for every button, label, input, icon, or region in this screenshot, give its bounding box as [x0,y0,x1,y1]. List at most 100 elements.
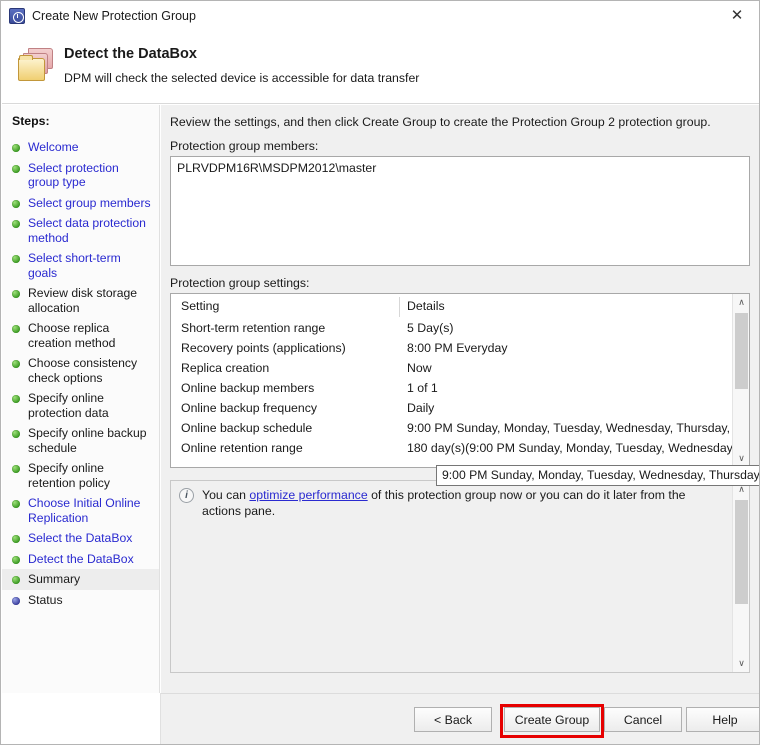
cell-setting: Short-term retention range [181,321,326,335]
sidebar-item-review-disk-storage-allocation: Review disk storage allocation [2,283,159,318]
table-row[interactable]: Online backup schedule 9:00 PM Sunday, Mo… [171,420,733,440]
sidebar-item-choose-consistency-check-options: Choose consistency check options [2,353,159,388]
sidebar-item-select-protection-group-type[interactable]: Select protection group type [2,158,159,193]
table-row[interactable]: Online backup members 1 of 1 [171,380,733,400]
main-pane: Review the settings, and then click Crea… [161,105,759,693]
dpm-clock-icon [9,7,25,24]
cell-setting: Online backup members [181,381,315,395]
scrollbar-thumb[interactable] [735,500,748,604]
sidebar-item-select-data-protection-method[interactable]: Select data protection method [2,213,159,248]
table-row[interactable]: Short-term retention range 5 Day(s) [171,320,733,340]
step-bullet-icon [12,199,20,208]
column-divider [399,297,400,317]
folder-stack-icon [16,46,58,86]
step-bullet-icon [12,360,20,368]
sidebar-item-select-group-members[interactable]: Select group members [2,193,159,214]
sidebar-item-label: Select data protection method [28,216,146,245]
step-bullet-icon [12,535,20,543]
sidebar-item-specify-online-retention-policy: Specify online retention policy [2,458,159,493]
sidebar-item-specify-online-protection-data: Specify online protection data [2,388,159,423]
cancel-button[interactable]: Cancel [604,707,682,732]
cell-setting: Online retention range [181,441,303,455]
sidebar-item-welcome[interactable]: Welcome [2,137,159,158]
cell-details: 5 Day(s) [407,321,454,335]
sidebar-item-label: Select protection group type [28,160,119,190]
column-header-details: Details [407,299,445,313]
sidebar-item-choose-initial-online-replication[interactable]: Choose Initial Online Replication [2,493,159,528]
table-row[interactable]: Online retention range 180 day(s)(9:00 PM… [171,440,733,460]
header-title: Detect the DataBox [64,46,197,62]
protection-group-settings-table[interactable]: Setting Details Short-term retention ran… [170,293,750,468]
back-button[interactable]: < Back [414,707,492,732]
close-icon[interactable]: ✕ [715,1,759,29]
sidebar-item-choose-replica-creation-method: Choose replica creation method [2,318,159,353]
step-bullet-icon [12,290,20,298]
sidebar-item-label: Specify online backup schedule [28,426,147,455]
info-text: You can optimize performance of this pro… [202,487,725,519]
step-bullet-icon [12,596,20,605]
info-icon: i [179,488,194,503]
step-bullet-icon [12,255,20,263]
scrollbar-thumb[interactable] [735,313,748,389]
column-header-setting: Setting [181,299,220,313]
sidebar-item-select-short-term-goals[interactable]: Select short-term goals [2,248,159,283]
cell-setting: Online backup schedule [181,421,313,435]
step-bullet-icon [12,500,20,508]
step-bullet-icon [12,465,20,473]
cell-details: 180 day(s)(9:00 PM Sunday, Monday, Tuesd… [407,441,733,455]
steps-sidebar: Steps: Welcome Select protection group ty… [2,105,160,693]
sidebar-item-status: Status [2,590,159,611]
settings-scrollbar[interactable]: ∧ ∨ [732,294,749,467]
table-row[interactable]: Online backup frequency Daily [171,400,733,420]
sidebar-item-summary: Summary [2,569,159,590]
sidebar-item-label: Choose consistency check options [28,356,138,385]
sidebar-item-label: Choose Initial Online Replication [28,496,141,525]
step-bullet-icon [12,144,20,152]
members-label: Protection group members: [170,139,319,153]
table-row[interactable]: Replica creation Now [171,360,733,380]
steps-list: Welcome Select protection group type Selec… [2,137,159,611]
sidebar-item-specify-online-backup-schedule: Specify online backup schedule [2,423,159,458]
table-body: Short-term retention range 5 Day(s) Recove… [171,320,733,460]
footer-sidebar-fill [2,693,161,744]
step-bullet-icon [12,576,20,584]
intro-text: Review the settings, and then click Crea… [170,115,711,129]
info-scrollbar[interactable]: ∧ ∨ [732,481,749,672]
create-group-button[interactable]: Create Group [504,707,600,732]
dialog-footer: < Back Create Group Cancel Help [161,693,759,744]
sidebar-item-label: Review disk storage allocation [28,286,138,315]
table-row[interactable]: Recovery points (applications) 8:00 PM Ev… [171,340,733,360]
sidebar-item-label: Detect the DataBox [28,551,134,566]
title-bar: Create New Protection Group ✕ [1,1,759,30]
step-bullet-icon [12,325,20,333]
window-title: Create New Protection Group [32,8,196,23]
cell-details: 1 of 1 [407,381,438,395]
cell-details: Now [407,361,432,375]
tooltip: 9:00 PM Sunday, Monday, Tuesday, Wednesd… [436,465,759,486]
step-bullet-icon [12,220,20,228]
step-bullet-icon [12,430,20,438]
cell-details: 9:00 PM Sunday, Monday, Tuesday, Wednesd… [407,421,733,435]
list-item[interactable]: PLRVDPM16R\MSDPM2012\master [171,157,749,179]
sidebar-item-label: Summary [28,572,81,586]
steps-heading: Steps: [12,114,50,128]
step-bullet-icon [12,164,20,173]
protection-group-members-list[interactable]: PLRVDPM16R\MSDPM2012\master [170,156,750,266]
cell-setting: Recovery points (applications) [181,341,346,355]
sidebar-item-label: Specify online protection data [28,391,109,420]
sidebar-item-label: Select group members [28,195,151,210]
settings-label: Protection group settings: [170,276,310,290]
scroll-down-icon[interactable]: ∨ [733,655,749,672]
sidebar-item-label: Select the DataBox [28,531,133,545]
create-protection-group-dialog: Create New Protection Group ✕ Detect the… [0,0,760,745]
cell-details: Daily [407,401,435,415]
cell-setting: Replica creation [181,361,270,375]
sidebar-item-label: Select short-term goals [28,251,121,280]
step-bullet-icon [12,395,20,403]
scroll-up-icon[interactable]: ∧ [733,294,749,311]
optimize-performance-link[interactable]: optimize performance [249,488,367,502]
sidebar-item-select-the-databox[interactable]: Select the DataBox [2,528,159,549]
header-subtitle: DPM will check the selected device is ac… [64,71,420,85]
sidebar-item-detect-the-databox[interactable]: Detect the DataBox [2,549,159,570]
help-button[interactable]: Help [686,707,759,732]
